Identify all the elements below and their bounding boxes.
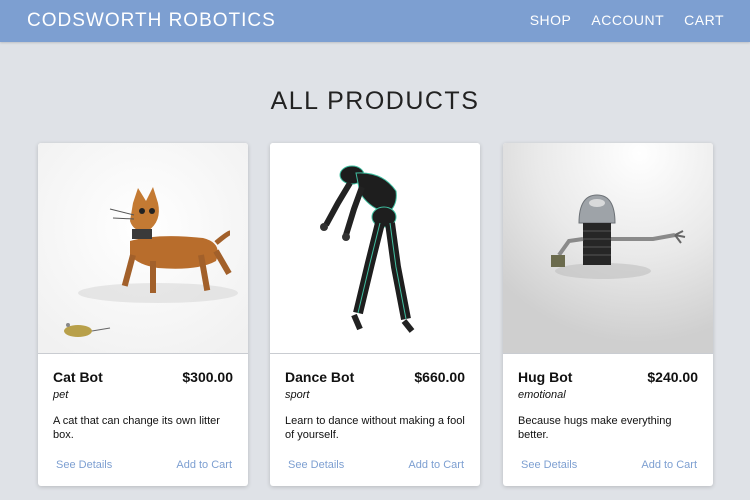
- product-card-cat-bot: Cat Bot $300.00 pet A cat that can chang…: [38, 143, 248, 486]
- product-name[interactable]: Dance Bot: [285, 369, 354, 385]
- page-title: ALL PRODUCTS: [270, 86, 480, 115]
- top-navigation-bar: CODSWORTH ROBOTICS SHOP ACCOUNT CART: [0, 0, 750, 42]
- product-name[interactable]: Cat Bot: [53, 369, 103, 385]
- see-details-link[interactable]: See Details: [56, 459, 112, 471]
- product-card-hug-bot: Hug Bot $240.00 emotional Because hugs m…: [503, 143, 713, 486]
- brand-logo-text[interactable]: CODSWORTH ROBOTICS: [27, 10, 276, 32]
- cat-robot-image[interactable]: [38, 143, 248, 354]
- product-price: $660.00: [414, 369, 465, 385]
- nav-cart-link[interactable]: CART: [684, 12, 724, 28]
- product-category: pet: [53, 389, 69, 401]
- product-description: Learn to dance without making a fool of …: [285, 415, 465, 441]
- hugging-robot-image[interactable]: [503, 143, 713, 354]
- main-nav: SHOP ACCOUNT CART: [530, 12, 724, 28]
- product-description: Because hugs make everything better.: [518, 415, 672, 441]
- product-card-dance-bot: Dance Bot $660.00 sport Learn to dance w…: [270, 143, 480, 486]
- add-to-cart-button[interactable]: Add to Cart: [641, 459, 697, 471]
- add-to-cart-button[interactable]: Add to Cart: [408, 459, 464, 471]
- nav-account-link[interactable]: ACCOUNT: [591, 12, 664, 28]
- product-price: $240.00: [647, 369, 698, 385]
- product-description: A cat that can change its own litter box…: [53, 415, 220, 441]
- see-details-link[interactable]: See Details: [288, 459, 344, 471]
- product-price: $300.00: [182, 369, 233, 385]
- product-name[interactable]: Hug Bot: [518, 369, 572, 385]
- product-category: emotional: [518, 389, 566, 401]
- see-details-link[interactable]: See Details: [521, 459, 577, 471]
- dancing-robot-image[interactable]: [270, 143, 480, 354]
- add-to-cart-button[interactable]: Add to Cart: [176, 459, 232, 471]
- product-category: sport: [285, 389, 310, 401]
- nav-shop-link[interactable]: SHOP: [530, 12, 572, 28]
